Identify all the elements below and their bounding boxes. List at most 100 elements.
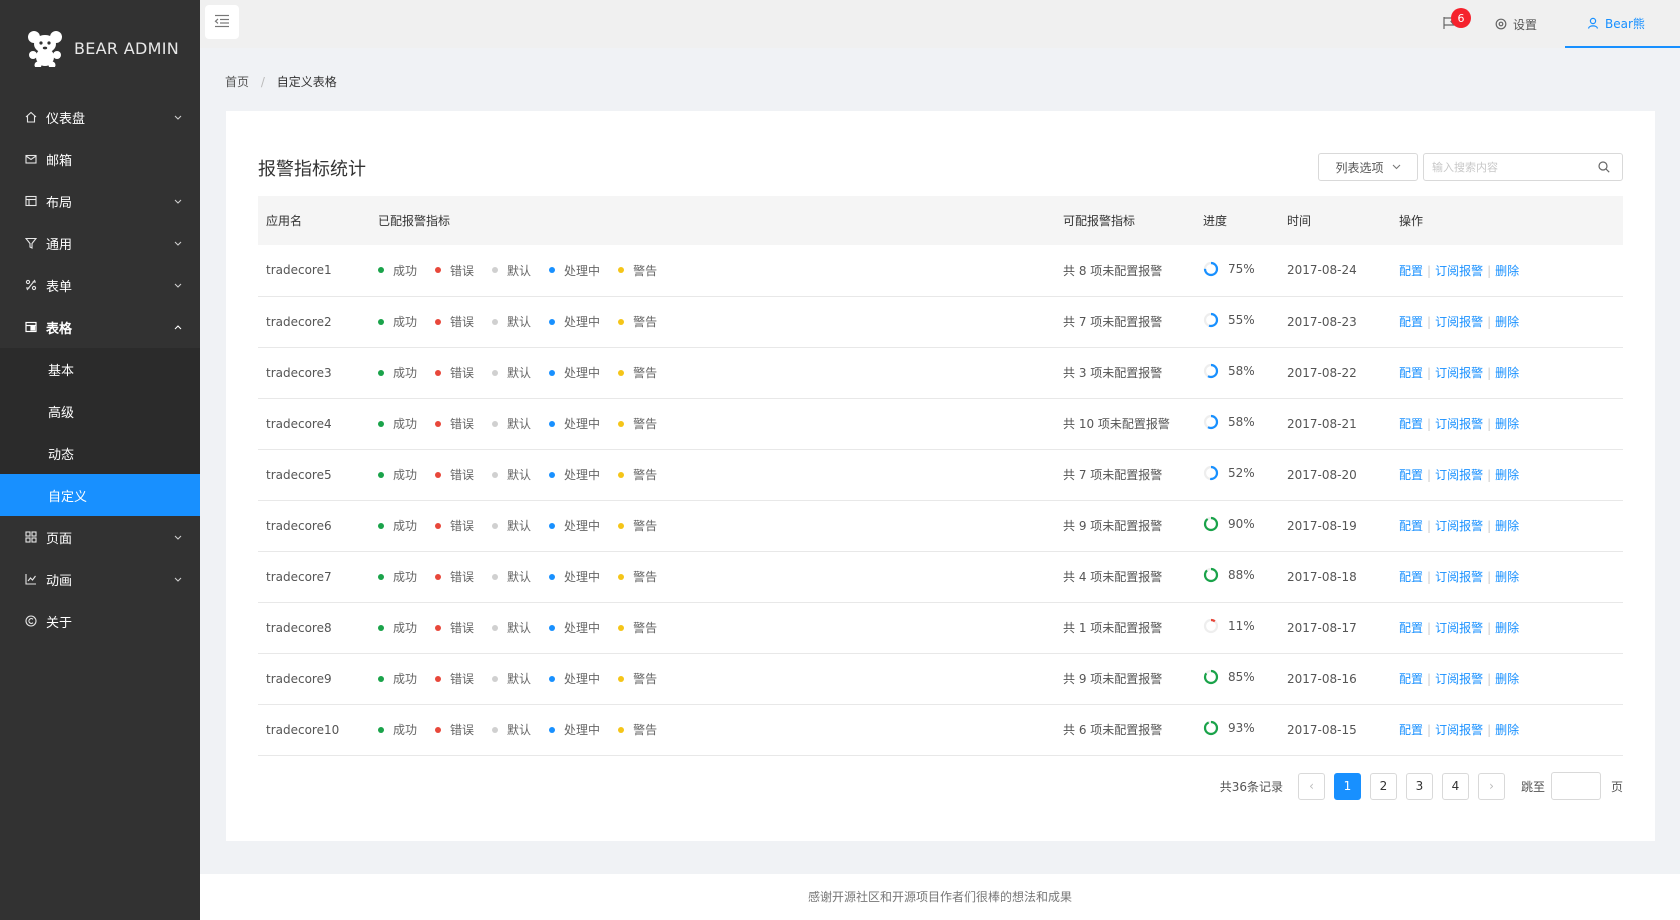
search-icon[interactable] (1592, 155, 1616, 179)
chevron-down-icon (174, 280, 182, 291)
subscribe-alarm-link[interactable]: 订阅报警 (1435, 315, 1483, 329)
status-dot-icon (378, 369, 384, 376)
delete-link[interactable]: 删除 (1495, 519, 1519, 533)
subscribe-alarm-link[interactable]: 订阅报警 (1435, 570, 1483, 584)
sidebar-item-4[interactable]: 表单 (0, 264, 200, 306)
submenu-item-0[interactable]: 基本 (0, 348, 200, 390)
subscribe-alarm-link[interactable]: 订阅报警 (1435, 621, 1483, 635)
status-dot-icon (492, 369, 499, 376)
configure-link[interactable]: 配置 (1399, 570, 1423, 584)
list-options-dropdown[interactable]: 列表选项 (1318, 153, 1418, 181)
settings-menu[interactable]: 设置 (1473, 0, 1565, 48)
status-badge: 警告 (618, 364, 657, 381)
status-label: 成功 (393, 723, 418, 737)
breadcrumb-home[interactable]: 首页 (225, 75, 249, 89)
sidebar-item-3[interactable]: 通用 (0, 222, 200, 264)
configure-link[interactable]: 配置 (1399, 468, 1423, 482)
search-input[interactable] (1424, 155, 1592, 179)
status-dot-icon (492, 726, 499, 733)
subscribe-alarm-link[interactable]: 订阅报警 (1435, 519, 1483, 533)
subscribe-alarm-link[interactable]: 订阅报警 (1435, 672, 1483, 686)
next-page-button[interactable]: › (1477, 772, 1505, 800)
status-dot-icon (492, 471, 499, 478)
delete-link[interactable]: 删除 (1495, 264, 1519, 278)
configure-link[interactable]: 配置 (1399, 672, 1423, 686)
sidebar-item-6[interactable]: 页面 (0, 516, 200, 558)
subscribe-alarm-link[interactable]: 订阅报警 (1435, 366, 1483, 380)
progress-cell: 88% (1195, 551, 1279, 603)
subscribe-alarm-link[interactable]: 订阅报警 (1435, 468, 1483, 482)
form-icon (24, 278, 38, 292)
delete-link[interactable]: 删除 (1495, 621, 1519, 635)
table-row: tradecore10 成功 错误 默认 处理中 警告 共 6 项未配置报警 93% 2017-… (258, 704, 1623, 756)
progress-cell: 52% (1195, 449, 1279, 501)
available-alarms-cell: 共 7 项未配置报警 (1055, 449, 1195, 501)
configure-link[interactable]: 配置 (1399, 366, 1423, 380)
configured-status-cell: 成功 错误 默认 处理中 警告 (370, 653, 1055, 705)
delete-link[interactable]: 删除 (1495, 468, 1519, 482)
sidebar-item-0[interactable]: 仪表盘 (0, 96, 200, 138)
progress-cell: 55% (1195, 296, 1279, 348)
page-button-4[interactable]: 4 (1441, 772, 1469, 800)
actions-cell: 配置 | 订阅报警 | 删除 (1391, 398, 1623, 450)
page-button-2[interactable]: 2 (1369, 772, 1397, 800)
status-dot-icon (435, 369, 442, 376)
delete-link[interactable]: 删除 (1495, 366, 1519, 380)
status-badge: 处理中 (549, 517, 600, 534)
page-button-3[interactable]: 3 (1405, 772, 1433, 800)
sidebar-item-1[interactable]: 邮箱 (0, 138, 200, 180)
sidebar-item-2[interactable]: 布局 (0, 180, 200, 222)
configure-link[interactable]: 配置 (1399, 417, 1423, 431)
status-dot-icon (618, 318, 625, 325)
delete-link[interactable]: 删除 (1495, 315, 1519, 329)
status-badge: 默认 (492, 415, 531, 432)
jump-page-input[interactable] (1550, 772, 1601, 800)
status-dot-icon (492, 624, 499, 631)
status-dot-icon (618, 726, 625, 733)
configure-link[interactable]: 配置 (1399, 315, 1423, 329)
status-dot-icon (435, 471, 442, 478)
logo[interactable]: BEAR ADMIN (0, 0, 200, 96)
action-divider: | (1427, 366, 1432, 380)
action-divider: | (1487, 315, 1492, 329)
prev-page-button[interactable]: ‹ (1297, 772, 1325, 800)
submenu-item-3[interactable]: 自定义 (0, 474, 200, 516)
status-dot-icon (549, 369, 556, 376)
app-name-cell: tradecore2 (258, 296, 370, 348)
sidebar-item-8[interactable]: 关于 (0, 600, 200, 642)
page-button-1[interactable]: 1 (1333, 772, 1361, 800)
sidebar-toggle-button[interactable] (205, 5, 239, 39)
date-cell: 2017-08-16 (1279, 653, 1391, 705)
delete-link[interactable]: 删除 (1495, 672, 1519, 686)
status-label: 处理中 (564, 263, 601, 278)
delete-link[interactable]: 删除 (1495, 417, 1519, 431)
configure-link[interactable]: 配置 (1399, 264, 1423, 278)
status-label: 错误 (450, 621, 475, 635)
notification-button[interactable]: 6 (1425, 0, 1473, 48)
configure-link[interactable]: 配置 (1399, 723, 1423, 737)
status-label: 成功 (393, 468, 418, 482)
subscribe-alarm-link[interactable]: 订阅报警 (1435, 723, 1483, 737)
status-label: 警告 (633, 723, 658, 737)
subscribe-alarm-link[interactable]: 订阅报警 (1435, 264, 1483, 278)
actions-cell: 配置 | 订阅报警 | 删除 (1391, 245, 1623, 297)
status-label: 默认 (507, 570, 532, 584)
jump-suffix: 页 (1610, 779, 1623, 794)
configure-link[interactable]: 配置 (1399, 519, 1423, 533)
card-title: 报警指标统计 (258, 159, 366, 180)
submenu-item-2[interactable]: 动态 (0, 432, 200, 474)
user-menu[interactable]: Bear熊 (1565, 0, 1680, 48)
status-badge: 错误 (435, 670, 474, 687)
status-badge: 错误 (435, 568, 474, 585)
delete-link[interactable]: 删除 (1495, 570, 1519, 584)
delete-link[interactable]: 删除 (1495, 723, 1519, 737)
sidebar-item-5[interactable]: 表格 (0, 306, 200, 348)
sidebar-item-7[interactable]: 动画 (0, 558, 200, 600)
status-label: 默认 (507, 315, 532, 329)
status-dot-icon (435, 318, 442, 325)
submenu-item-1[interactable]: 高级 (0, 390, 200, 432)
progress-ring-icon (1203, 465, 1228, 481)
sidebar-menu: 仪表盘 邮箱 布局 通用 表单 表格 基本 高级 动态 自定义 页面 动画 关于 (0, 96, 200, 642)
subscribe-alarm-link[interactable]: 订阅报警 (1435, 417, 1483, 431)
configure-link[interactable]: 配置 (1399, 621, 1423, 635)
